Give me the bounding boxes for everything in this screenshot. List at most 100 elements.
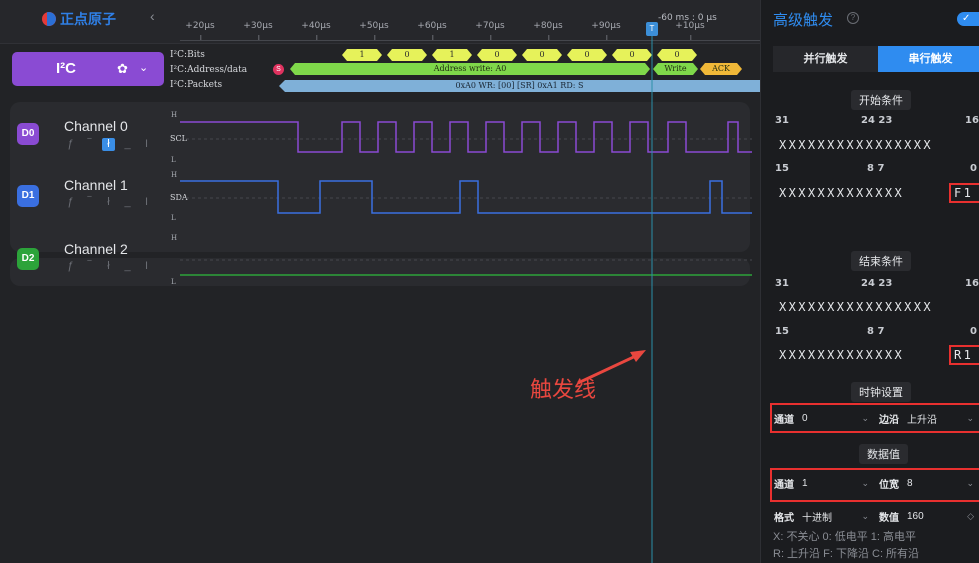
time-tick: +50µs [359,21,389,41]
field-label: 数值 [879,512,899,524]
trigger-line-annotation: 触发线 [530,378,597,403]
end-low-bits[interactable]: XXXXXXXXXXXXX [779,348,904,362]
data-width-select[interactable]: 位宽 8 ⌄ [879,472,974,494]
field-label: 通道 [774,414,794,426]
data-value-input[interactable]: 数值 160 ◇ [879,505,974,527]
legend-line-2: R: 上升沿 F: 下降沿 C: 所有沿 [773,548,920,560]
trigger-flag-icon[interactable]: T [646,22,658,36]
bit-label: 16 [965,278,979,289]
signal-name-scl: SCL [170,134,187,143]
channel-name-0[interactable]: Channel 0 [64,118,128,134]
channel-badge-d2[interactable]: D2 [17,248,39,270]
bit-label: 8 7 [867,163,885,174]
panel-title: 高级触发 [773,11,834,29]
end-high-bits[interactable]: XXXXXXXXXXXXXXXX [779,300,933,314]
falling-edge-icon[interactable]: ł [102,260,115,273]
data-value-heading: 数据值 [859,444,908,464]
high-level-icon[interactable]: ‾ [83,196,96,209]
level-high-label: H [171,234,178,242]
ack-annotation: ACK [700,63,742,75]
gear-icon[interactable]: ✿ [117,61,128,77]
data-format-select[interactable]: 格式 十进制 ⌄ [774,505,869,527]
bit-label: 0 [970,326,977,337]
help-icon[interactable]: ? [847,12,859,24]
bit-label: 24 23 [861,278,893,289]
channel-badge-d0[interactable]: D0 [17,123,39,145]
trigger-selector-0: ƒ ‾ ł _ I [64,138,153,151]
any-edge-icon[interactable]: I [140,138,153,151]
level-high-label: H [171,171,178,179]
data-channel-select[interactable]: 通道 1 ⌄ [774,472,869,494]
low-level-icon[interactable]: _ [121,260,134,273]
chevron-down-icon: ⌄ [966,412,974,423]
any-edge-icon[interactable]: I [140,196,153,209]
low-level-icon[interactable]: _ [121,196,134,209]
field-label: 边沿 [879,414,899,426]
logo: 正点原子 [42,9,116,29]
bit-label: 8 7 [867,326,885,337]
start-condition-tail[interactable]: F1 [954,186,973,200]
bit-label: 15 [775,326,789,337]
level-high-label: H [171,111,178,119]
level-low-label: L [171,214,176,222]
trigger-selector-1: ƒ ‾ ł _ I [64,196,153,209]
field-label: 格式 [774,512,794,524]
logo-icon [42,12,56,26]
start-high-bits[interactable]: XXXXXXXXXXXXXXXX [779,138,933,152]
tab-serial[interactable]: 串行触发 [878,46,979,72]
trigger-time-readout: -60 ms : 0 µs [658,13,717,23]
time-tick: +20µs [185,21,215,41]
falling-edge-icon[interactable]: ł [102,138,115,151]
bit-cell: 0 [387,49,427,61]
collapse-arrow-icon[interactable]: ‹ [150,8,155,24]
channel-badge-d1[interactable]: D1 [17,185,39,207]
chevron-down-icon: ⌄ [861,412,869,423]
start-low-bits[interactable]: XXXXXXXXXXXXX [779,186,904,200]
chevron-down-icon: ⌄ [861,477,869,488]
row-label-packets: I²C:Packets [170,80,223,90]
high-level-icon[interactable]: ‾ [83,138,96,151]
channel-name-1[interactable]: Channel 1 [64,177,128,193]
clock-edge-select[interactable]: 边沿 上升沿 ⌄ [879,407,974,429]
field-value: 十进制 [802,512,832,524]
field-label: 位宽 [879,479,899,491]
stepper-icon[interactable]: ◇ [967,511,974,522]
address-annotation: Address write: A0 [290,63,650,75]
start-condition-heading: 开始条件 [851,90,911,110]
row-label-address: I²C:Address/data [170,65,248,75]
chevron-down-icon: ⌄ [861,510,869,521]
bit-label: 24 23 [861,115,893,126]
write-annotation: Write [653,63,698,75]
i2c-decoder-button[interactable]: I²C ✿ ⌄ [12,52,164,86]
end-condition-tail[interactable]: R1 [954,348,973,362]
bit-cell: 1 [342,49,382,61]
bit-label: 15 [775,163,789,174]
rising-edge-icon[interactable]: ƒ [64,260,77,273]
time-tick: +70µs [475,21,505,41]
trigger-enable-toggle[interactable] [957,12,979,26]
low-level-icon[interactable]: _ [121,138,134,151]
trigger-selector-2: ƒ ‾ ł _ I [64,260,153,273]
bit-cell: 1 [432,49,472,61]
any-edge-icon[interactable]: I [140,260,153,273]
channel-name-2[interactable]: Channel 2 [64,241,128,257]
end-condition-heading: 结束条件 [851,251,911,271]
row-label-bits: I²C:Bits [170,50,205,60]
field-label: 通道 [774,479,794,491]
rising-edge-icon[interactable]: ƒ [64,138,77,151]
bit-label: 31 [775,278,789,289]
waveform-area: 正点原子 ‹ +20µs +30µs +40µs +50µs +60µs +70… [0,0,760,563]
time-tick: +80µs [533,21,563,41]
clock-channel-select[interactable]: 通道 0 ⌄ [774,407,869,429]
signal-name-sda: SDA [170,193,188,202]
decoder-name: I²C [56,60,76,77]
chevron-down-icon[interactable]: ⌄ [139,61,148,74]
high-level-icon[interactable]: ‾ [83,260,96,273]
time-tick: +40µs [301,21,331,41]
tab-parallel[interactable]: 并行触发 [773,46,878,72]
time-tick: +30µs [243,21,273,41]
rising-edge-icon[interactable]: ƒ [64,196,77,209]
falling-edge-icon[interactable]: ł [102,196,115,209]
field-value: 8 [907,477,913,489]
field-value: 0 [802,412,808,424]
